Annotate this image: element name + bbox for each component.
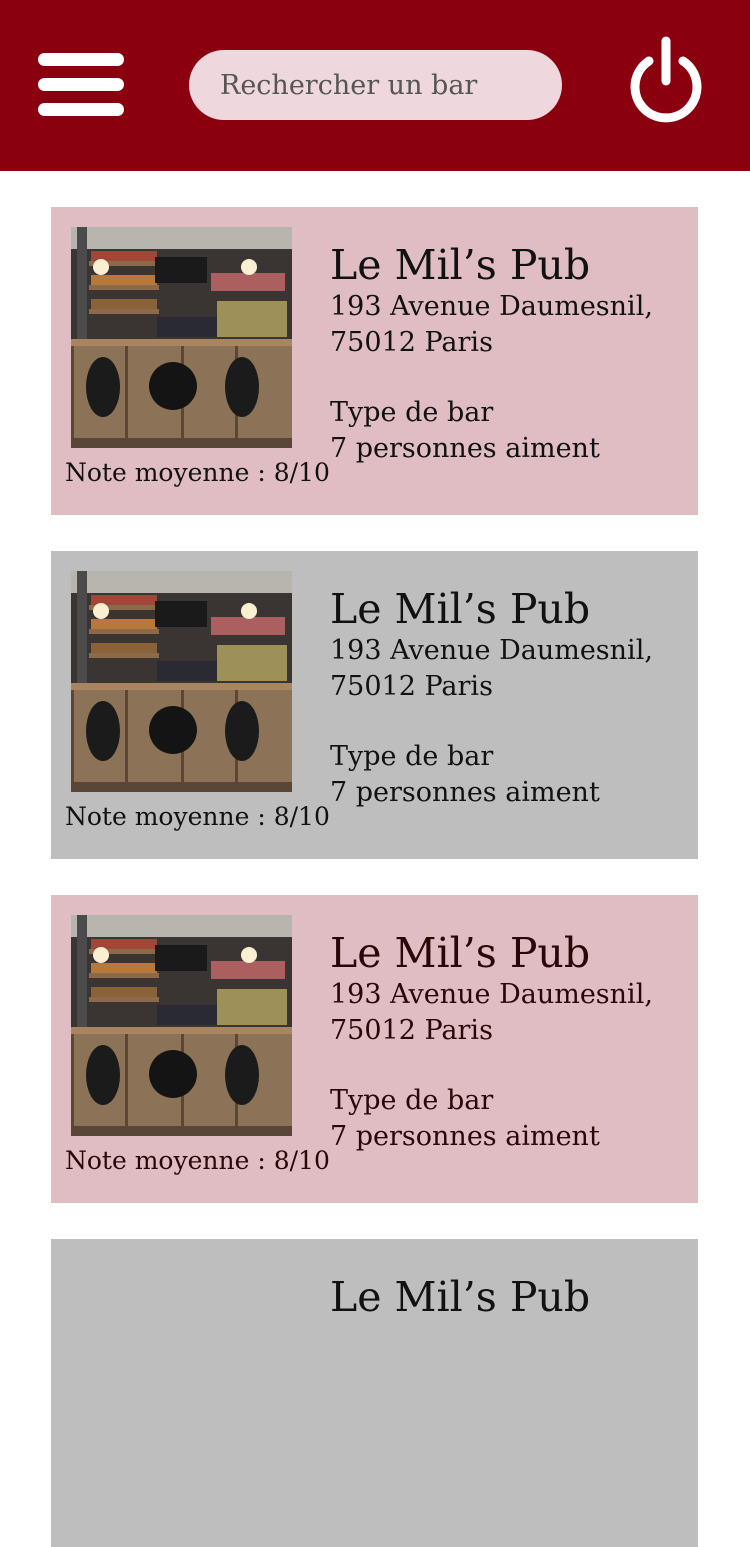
likes-count: 7 personnes aiment — [330, 433, 600, 464]
rating-text: Note moyenne : 8/10 — [65, 802, 330, 831]
address-street: 193 Avenue Daumesnil, — [330, 291, 653, 322]
bar-address: 193 Avenue Daumesnil, 75012 Paris — [330, 633, 653, 705]
likes-count: 7 personnes aiment — [330, 777, 600, 808]
bar-name: Le Mil’s Pub — [330, 241, 591, 289]
likes-count: 7 personnes aiment — [330, 1121, 600, 1152]
app-header — [0, 0, 750, 171]
address-street: 193 Avenue Daumesnil, — [330, 635, 653, 666]
search-input[interactable] — [189, 50, 562, 120]
bar-photo — [71, 227, 292, 448]
hamburger-menu-icon[interactable] — [38, 53, 124, 117]
bar-type: Type de bar — [330, 1085, 494, 1116]
bar-card[interactable]: Note moyenne : 8/10 Le Mil’s Pub 193 Ave… — [51, 551, 698, 859]
address-street: 193 Avenue Daumesnil, — [330, 979, 653, 1010]
bar-card[interactable]: Le Mil’s Pub — [51, 1239, 698, 1547]
bar-name: Le Mil’s Pub — [330, 585, 591, 633]
bar-name: Le Mil’s Pub — [330, 1273, 591, 1321]
power-icon[interactable] — [626, 35, 706, 127]
bar-photo — [71, 571, 292, 792]
address-city: 75012 Paris — [330, 327, 493, 358]
bar-photo — [71, 915, 292, 1136]
bar-address: 193 Avenue Daumesnil, 75012 Paris — [330, 977, 653, 1049]
bar-name: Le Mil’s Pub — [330, 929, 591, 977]
bar-type: Type de bar — [330, 741, 494, 772]
bar-type: Type de bar — [330, 397, 494, 428]
rating-text: Note moyenne : 8/10 — [65, 458, 330, 487]
rating-text: Note moyenne : 8/10 — [65, 1146, 330, 1175]
address-city: 75012 Paris — [330, 1015, 493, 1046]
bar-address: 193 Avenue Daumesnil, 75012 Paris — [330, 289, 653, 361]
bar-card[interactable]: Note moyenne : 8/10 Le Mil’s Pub 193 Ave… — [51, 207, 698, 515]
address-city: 75012 Paris — [330, 671, 493, 702]
bar-card[interactable]: Note moyenne : 8/10 Le Mil’s Pub 193 Ave… — [51, 895, 698, 1203]
